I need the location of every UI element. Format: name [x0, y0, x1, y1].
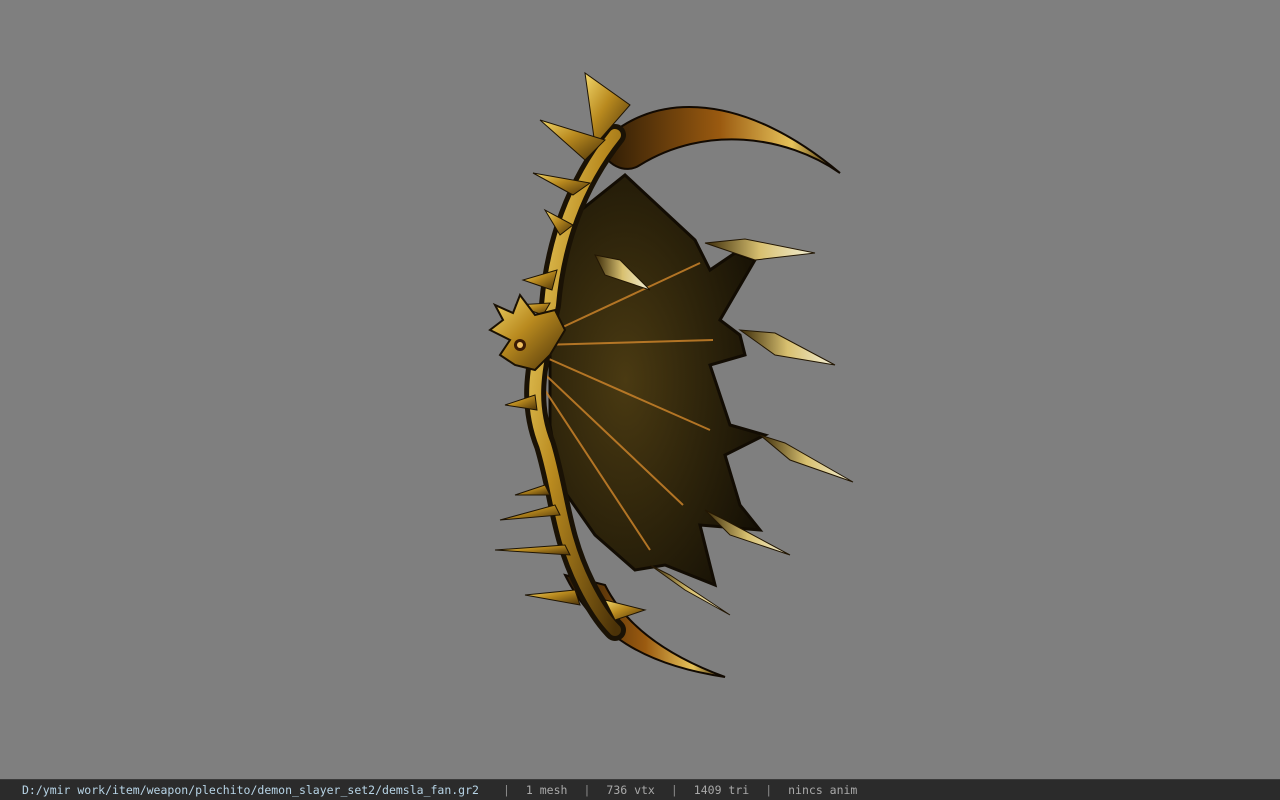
mesh-count: 1 mesh — [525, 783, 568, 797]
status-bar: D:/ymir work/item/weapon/plechito/demon_… — [0, 779, 1280, 800]
separator: | — [765, 783, 773, 797]
3d-model-render — [488, 71, 854, 678]
separator: | — [670, 783, 678, 797]
model-path: D:/ymir work/item/weapon/plechito/demon_… — [22, 783, 479, 797]
vertex-count: 736 vtx — [606, 783, 655, 797]
separator: | — [502, 783, 510, 797]
triangle-count: 1409 tri — [693, 783, 750, 797]
animation-status: nincs anim — [788, 783, 858, 797]
separator: | — [583, 783, 591, 797]
3d-viewport[interactable] — [0, 0, 1280, 779]
